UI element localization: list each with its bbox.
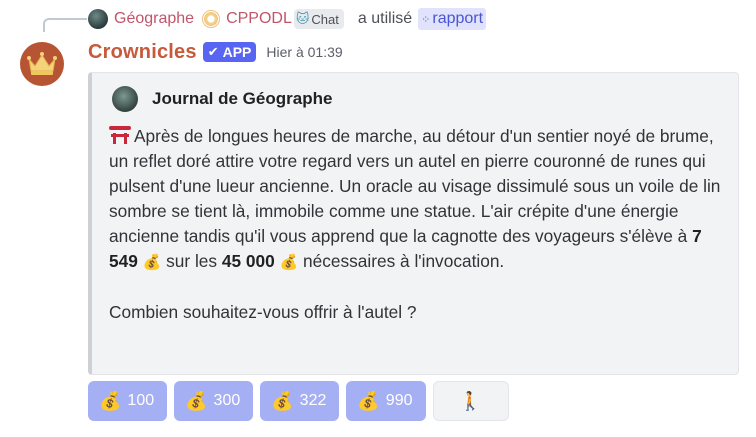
slash-command-icon: ⁘ — [421, 13, 430, 26]
used-text: a utilisé — [357, 10, 413, 27]
offer-question: Combien souhaitez-vous offrir à l'autel … — [109, 302, 417, 322]
money-bag-icon: 💰 — [99, 390, 122, 411]
bot-avatar[interactable] — [20, 42, 64, 86]
torii-gate-icon — [109, 126, 131, 144]
reply-server-tag[interactable]: CPPODL — [226, 10, 292, 28]
server-tag-icon — [202, 10, 221, 28]
reply-connector-line — [43, 18, 87, 32]
embed-author-avatar — [112, 86, 138, 112]
checkmark-icon: ✔ — [207, 44, 219, 59]
action-buttons: 💰 100 💰 300 💰 322 💰 990 🚶 — [88, 381, 509, 421]
reply-user-avatar[interactable] — [88, 9, 108, 29]
slash-command-link[interactable]: ⁘ rapport — [418, 8, 487, 30]
message-header: Crownicles ✔ APP Hier à 01:39 — [88, 40, 343, 64]
offer-100-button[interactable]: 💰 100 — [88, 381, 168, 421]
offer-300-button[interactable]: 💰 300 — [174, 381, 254, 421]
money-bag-icon: 💰 — [142, 254, 162, 271]
walking-person-icon: 🚶 — [459, 390, 482, 411]
money-bag-icon: 💰 — [357, 390, 380, 411]
button-label: 300 — [213, 392, 241, 409]
chat-tag: 🐱 Chat — [293, 9, 344, 29]
message-timestamp[interactable]: Hier à 01:39 — [266, 44, 342, 60]
button-label: 100 — [127, 392, 155, 409]
reply-username[interactable]: Géographe — [114, 10, 194, 28]
report-embed: Journal de Géographe Après de longues he… — [88, 72, 739, 375]
bot-name[interactable]: Crownicles — [88, 41, 197, 64]
button-label: 990 — [385, 392, 413, 409]
slash-command-name: rapport — [432, 10, 484, 27]
money-bag-icon: 💰 — [271, 390, 294, 411]
chat-tag-label: Chat — [311, 11, 339, 27]
story-text: Après de longues heures de marche, au dé… — [109, 126, 721, 246]
story-text-middle: sur les — [166, 251, 218, 271]
pot-goal-value: 45 000 — [221, 251, 275, 271]
walk-away-button[interactable]: 🚶 — [432, 381, 509, 421]
app-badge: ✔ APP — [202, 42, 257, 62]
crown-icon — [27, 52, 57, 75]
money-bag-icon: 💰 — [185, 390, 208, 411]
money-bag-icon: 💰 — [279, 254, 299, 271]
embed-description: Après de longues heures de marche, au dé… — [109, 124, 721, 325]
button-label: 322 — [299, 392, 327, 409]
reply-context[interactable]: Géographe CPPODL 🐱 Chat a utilisé ⁘ rapp… — [88, 8, 487, 30]
embed-author: Journal de Géographe — [112, 86, 332, 112]
offer-322-button[interactable]: 💰 322 — [260, 381, 340, 421]
offer-990-button[interactable]: 💰 990 — [346, 381, 426, 421]
app-badge-label: APP — [222, 44, 252, 60]
story-text-end: nécessaires à l'invocation. — [303, 251, 505, 271]
embed-author-name: Journal de Géographe — [152, 89, 333, 108]
cat-icon: 🐱 — [295, 11, 310, 26]
